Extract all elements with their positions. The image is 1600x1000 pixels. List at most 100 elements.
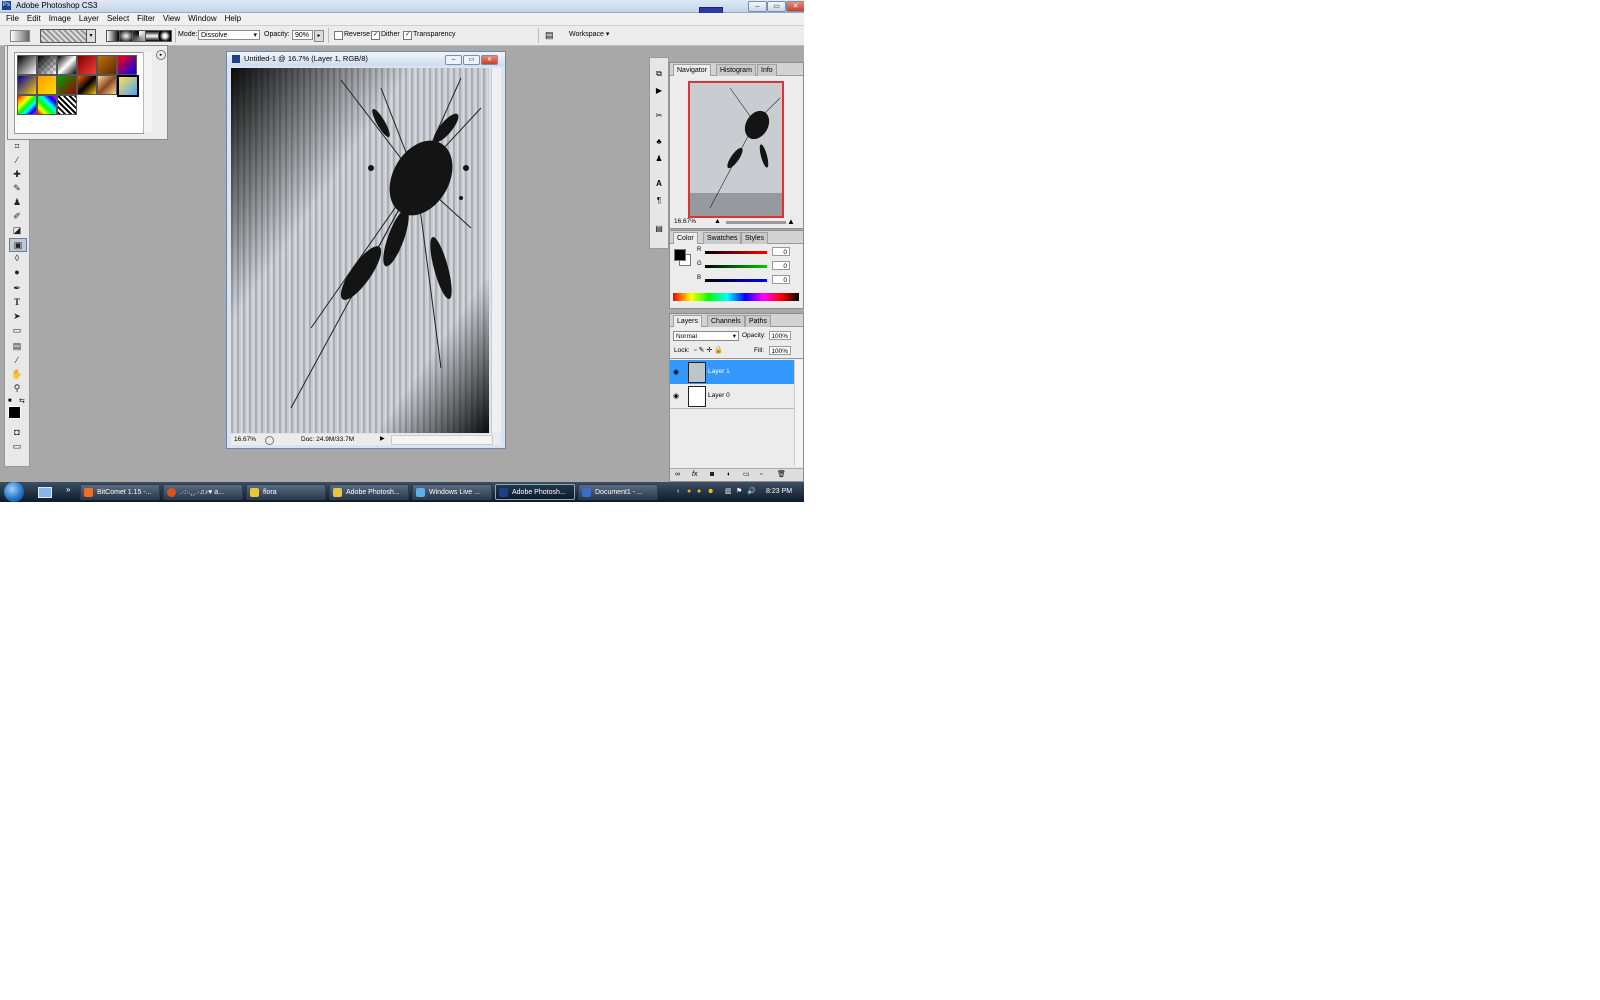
blend-mode-select[interactable]: Normal ▾	[673, 331, 739, 341]
gradient-tool-icon[interactable]: ▣	[9, 238, 27, 252]
document-vertical-scrollbar[interactable]	[491, 68, 501, 433]
gradient-preset[interactable]	[97, 55, 117, 75]
clone-source-icon[interactable]: ♟	[653, 153, 665, 165]
angle-gradient-icon[interactable]	[132, 30, 146, 42]
menu-image[interactable]: Image	[45, 13, 75, 25]
layer-row-selected[interactable]: ◉ Layer 1	[670, 360, 803, 384]
tray-app-icon[interactable]: ●	[697, 482, 701, 502]
show-desktop-icon[interactable]	[38, 487, 52, 498]
delete-layer-icon[interactable]: 🗑	[777, 469, 786, 481]
tool-presets-icon[interactable]: ✂	[653, 110, 665, 122]
gradient-list-scrollbar[interactable]	[143, 52, 152, 132]
menu-view[interactable]: View	[159, 13, 184, 25]
taskbar-item-active[interactable]: Adobe Photosh...	[495, 484, 575, 500]
gradient-preset[interactable]	[117, 55, 137, 75]
new-group-icon[interactable]: ▭	[743, 469, 750, 481]
blue-value-input[interactable]: 0	[772, 275, 790, 284]
clock[interactable]: 8:23 PM	[766, 482, 792, 502]
path-selection-icon[interactable]: ➤	[9, 310, 25, 322]
taskbar-item[interactable]: Document1 - ...	[578, 484, 658, 500]
doc-minimize-button[interactable]: –	[445, 55, 462, 65]
character-panel-icon[interactable]: A	[653, 178, 665, 190]
picker-menu-arrow-icon[interactable]: ▸	[156, 50, 166, 60]
gradient-preset[interactable]	[37, 55, 57, 75]
type-tool-icon[interactable]: T	[9, 296, 25, 308]
brush-tool-icon[interactable]: ✎	[9, 182, 25, 194]
healing-brush-icon[interactable]: ✚	[9, 168, 25, 180]
tray-app-icon[interactable]: ●	[687, 482, 691, 502]
blue-slider[interactable]	[705, 279, 767, 282]
taskbar-item[interactable]: flora	[246, 484, 326, 500]
crop-tool-icon[interactable]: ⌗	[9, 140, 25, 152]
screen-mode-icon[interactable]: ▭	[9, 440, 25, 452]
eye-icon[interactable]: ◉	[673, 368, 679, 376]
tray-expand-icon[interactable]: ‹	[677, 482, 679, 502]
dither-checkbox[interactable]: ✓	[371, 31, 380, 40]
eraser-tool-icon[interactable]: ◪	[9, 224, 25, 236]
taskbar-item[interactable]: BitComet 1.15 -...	[80, 484, 160, 500]
tab-info[interactable]: Info	[757, 64, 777, 76]
slice-tool-icon[interactable]: ∕	[9, 154, 25, 166]
quick-mask-icon[interactable]: ◘	[9, 426, 25, 438]
red-slider[interactable]	[705, 251, 767, 254]
lock-icons[interactable]: ▫✎✛🔒	[694, 346, 725, 354]
tab-navigator[interactable]: Navigator	[673, 64, 711, 76]
actions-panel-icon[interactable]: ▶	[653, 85, 665, 97]
diamond-gradient-icon[interactable]	[158, 30, 172, 42]
tab-styles[interactable]: Styles	[741, 232, 769, 244]
gradient-preset[interactable]	[57, 75, 77, 95]
tab-color[interactable]: Color	[673, 232, 698, 244]
foreground-color-swatch[interactable]	[8, 406, 21, 419]
layers-scrollbar[interactable]	[794, 360, 803, 466]
transparency-checkbox[interactable]: ✓	[403, 31, 412, 40]
new-layer-icon[interactable]: ▫	[760, 469, 762, 481]
status-info-icon[interactable]	[265, 436, 274, 445]
document-title-bar[interactable]: Untitled-1 @ 16.7% (Layer 1, RGB/8) – ▭ …	[227, 52, 505, 66]
tab-channels[interactable]: Channels	[707, 315, 745, 327]
doc-zoom-value[interactable]: 16.67%	[234, 434, 256, 445]
red-value-input[interactable]: 0	[772, 247, 790, 256]
color-spectrum-bar[interactable]	[673, 293, 799, 301]
start-button[interactable]	[4, 482, 24, 502]
gradient-preset[interactable]	[77, 55, 97, 75]
brushes-panel-icon[interactable]: ♣	[653, 136, 665, 148]
gradient-preset[interactable]	[37, 75, 57, 95]
gradient-preset[interactable]	[97, 75, 117, 95]
navigator-zoom-slider[interactable]	[726, 221, 786, 224]
radial-gradient-icon[interactable]	[119, 30, 133, 42]
close-button[interactable]: ✕	[786, 1, 804, 12]
doc-maximize-button[interactable]: ▭	[463, 55, 480, 65]
reverse-checkbox[interactable]	[334, 31, 343, 40]
gradient-preset[interactable]	[37, 95, 57, 115]
mode-select[interactable]: Dissolve ▾	[198, 30, 260, 40]
history-brush-icon[interactable]: ✐	[9, 210, 25, 222]
gradient-preset[interactable]	[17, 75, 37, 95]
swap-colors-icon[interactable]: ⇆	[19, 397, 25, 405]
doc-close-button[interactable]: ✕	[481, 55, 498, 65]
menu-edit[interactable]: Edit	[23, 13, 45, 25]
zoom-tool-icon[interactable]: ⚲	[9, 382, 25, 394]
menu-help[interactable]: Help	[221, 13, 245, 25]
opacity-slider-arrow-icon[interactable]: ▸	[314, 30, 324, 42]
gradient-preset[interactable]	[17, 95, 37, 115]
adjustment-layer-icon[interactable]: ◐	[727, 469, 731, 481]
tab-swatches[interactable]: Swatches	[703, 232, 742, 244]
layer-row[interactable]: ◉ Layer 0	[670, 384, 803, 409]
gradient-dropdown-arrow-icon[interactable]: ▾	[86, 29, 96, 43]
menu-layer[interactable]: Layer	[75, 13, 103, 25]
document-horizontal-scrollbar[interactable]	[391, 435, 493, 445]
layer-name[interactable]: Layer 0	[708, 392, 730, 399]
taskbar-item[interactable]: .·:·.¸¸.·♫♪♥ a...	[163, 484, 243, 500]
green-value-input[interactable]: 0	[772, 261, 790, 270]
clone-stamp-icon[interactable]: ♟	[9, 196, 25, 208]
tab-histogram[interactable]: Histogram	[716, 64, 756, 76]
network-icon[interactable]: ▥	[725, 482, 732, 502]
navigator-preview[interactable]	[688, 81, 784, 218]
layer-opacity-input[interactable]: 100%	[769, 331, 791, 340]
gradient-preset[interactable]	[57, 95, 77, 115]
menu-window[interactable]: Window	[184, 13, 220, 25]
green-slider[interactable]	[705, 265, 767, 268]
eye-icon[interactable]: ◉	[673, 392, 679, 400]
status-menu-arrow-icon[interactable]: ▶	[380, 434, 385, 445]
shape-tool-icon[interactable]: ▭	[9, 324, 25, 336]
